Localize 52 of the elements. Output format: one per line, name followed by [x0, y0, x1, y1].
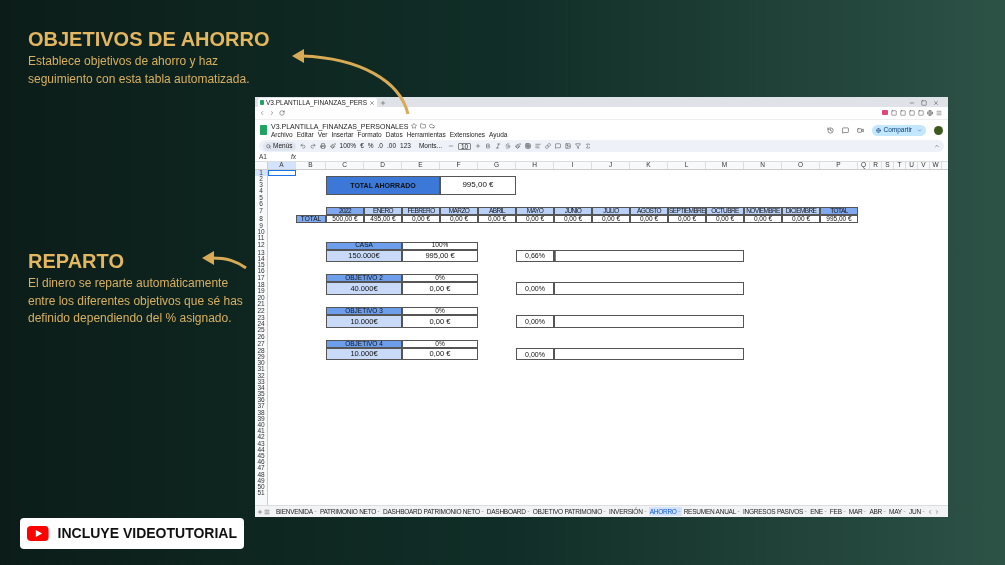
borders-icon[interactable]: [525, 143, 532, 149]
plus-icon[interactable]: [475, 143, 482, 149]
forward-icon[interactable]: [269, 110, 275, 116]
fill-color-icon[interactable]: [515, 143, 522, 149]
new-tab-icon[interactable]: [380, 100, 387, 106]
close-icon[interactable]: [933, 100, 939, 106]
strikethrough-icon[interactable]: [505, 143, 512, 149]
italic-icon[interactable]: [495, 143, 502, 149]
total-saved-value: 995,00 €: [440, 176, 516, 195]
badge-text: INCLUYE VIDEOTUTORIAL: [57, 524, 237, 543]
scroll-left-icon[interactable]: [926, 508, 933, 515]
video-icon[interactable]: [857, 126, 865, 134]
minus-icon[interactable]: [448, 143, 454, 149]
link-icon[interactable]: [545, 143, 552, 149]
caret-icon[interactable]: [917, 127, 922, 133]
collapse-icon[interactable]: [934, 143, 940, 149]
selected-cell[interactable]: [268, 170, 296, 177]
star-icon[interactable]: [411, 123, 418, 129]
menu-icon[interactable]: [936, 110, 942, 116]
comment-icon[interactable]: [842, 126, 850, 134]
back-icon[interactable]: [259, 110, 265, 116]
play-icon: [27, 524, 49, 543]
close-icon[interactable]: [369, 99, 376, 106]
globe-icon: [876, 127, 882, 133]
avatar[interactable]: [934, 125, 943, 135]
folder-icon[interactable]: [420, 123, 427, 129]
reload-icon[interactable]: [279, 110, 285, 116]
minimize-icon[interactable]: [909, 100, 915, 106]
add-sheet-icon[interactable]: [257, 508, 263, 515]
sheet-list-icon[interactable]: [264, 508, 270, 515]
section-text: Establece objetivos de ahorro y haz seguimiento con esta tabla automatizada.: [28, 53, 251, 88]
redo-icon[interactable]: [309, 143, 316, 149]
section-title: OBJETIVOS DE AHORRO: [28, 27, 270, 52]
align-icon[interactable]: [535, 143, 542, 149]
paint-format-icon[interactable]: [329, 143, 336, 149]
search-icon: [266, 143, 271, 149]
undo-icon[interactable]: [299, 143, 306, 149]
sheets-logo-icon: [260, 125, 267, 135]
sum-icon[interactable]: [585, 143, 592, 149]
comment-icon[interactable]: [555, 143, 562, 149]
globe-icon[interactable]: [927, 110, 933, 116]
bold-icon[interactable]: [485, 143, 492, 149]
maximize-icon[interactable]: [921, 100, 927, 106]
section-title: REPARTO: [28, 249, 124, 274]
image-icon[interactable]: [565, 143, 572, 149]
section-text: El dinero se reparte automáticamente entre los diferentes objetivos que sé has definido dependiendo del % asignado.: [28, 275, 244, 327]
scroll-right-icon[interactable]: [933, 508, 940, 515]
history-icon[interactable]: [827, 126, 835, 134]
sheets-icon: [260, 100, 264, 105]
cloud-icon[interactable]: [429, 123, 436, 129]
print-icon[interactable]: [319, 143, 326, 149]
filter-icon[interactable]: [575, 143, 582, 149]
